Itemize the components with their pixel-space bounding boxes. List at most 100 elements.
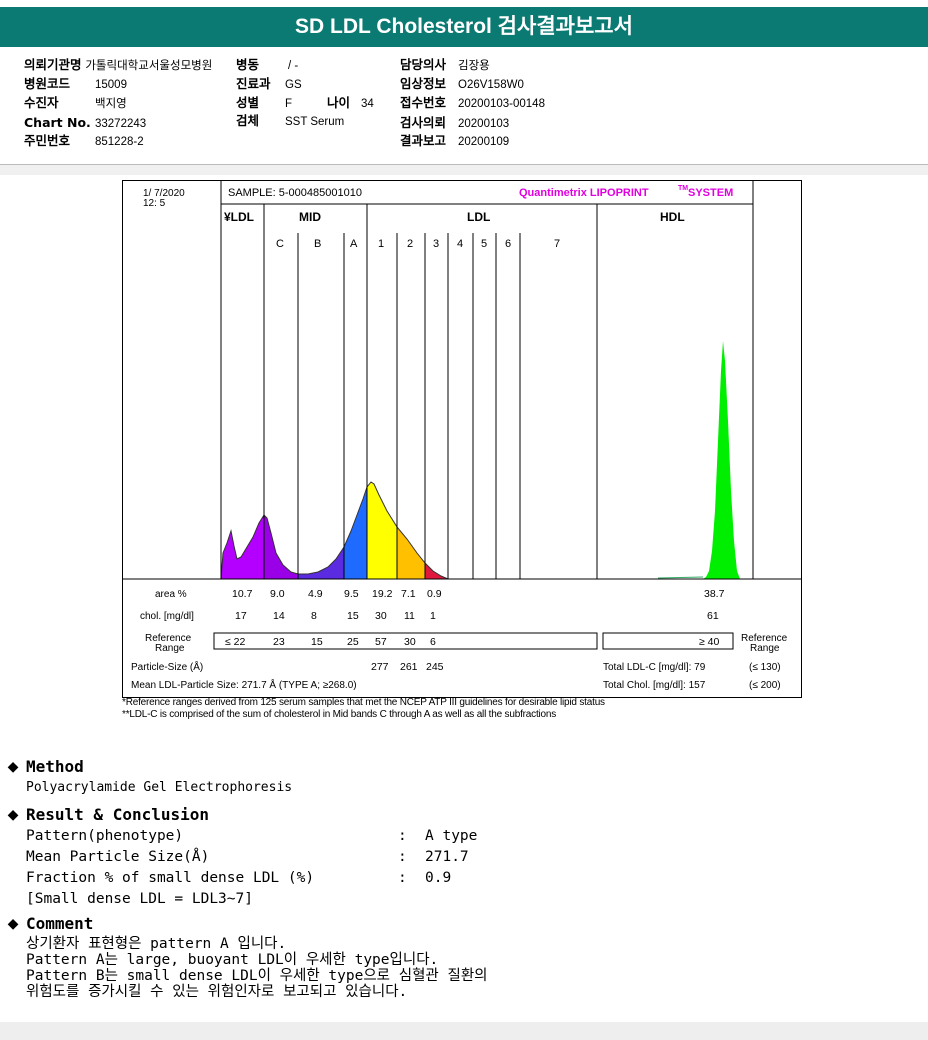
result-heading: ◆ Result & Conclusion <box>0 804 209 825</box>
comment-line: 상기환자 표현형은 pattern A 입니다. <box>26 936 287 952</box>
hdl-baseline <box>657 576 704 579</box>
info-key: 성별 <box>236 95 260 110</box>
info-value: 33272243 <box>95 118 147 130</box>
area-value-c: 9.0 <box>270 588 285 600</box>
info-row: 임상정보 <box>400 77 446 91</box>
row-label-ps: Particle-Size (Å) <box>131 660 203 673</box>
comment-line: 위험도를 증가시킬 수 있는 위험인자로 보고되고 있습니다. <box>26 984 408 1000</box>
info-row: 검체 <box>236 114 259 128</box>
info-value: 15009 <box>95 79 127 91</box>
chart-time: 12: 5 <box>143 198 166 209</box>
info-key: 임상정보 <box>400 76 447 91</box>
info-value: 20200103 <box>458 118 510 130</box>
brand-suffix: SYSTEM <box>688 187 733 199</box>
area-value-hdl: 38.7 <box>704 588 725 600</box>
info-row: 수진자 <box>24 96 59 110</box>
band-label-6: 6 <box>505 238 511 250</box>
diamond-bullet-icon: ◆ <box>7 804 19 825</box>
band-label-5: 5 <box>481 238 487 250</box>
info-value: O26V158W0 <box>458 79 524 91</box>
info-key: 결과보고 <box>400 133 447 148</box>
ref-value-c: 23 <box>273 636 285 648</box>
band-label-A: A <box>350 238 358 250</box>
info-row: 나이 <box>327 96 350 110</box>
info-key: 검체 <box>236 113 260 128</box>
comment-heading: ◆ Comment <box>0 913 94 934</box>
info-row: 결과보고 <box>400 134 446 148</box>
info-value: SST Serum <box>285 116 345 128</box>
chol-value-hdl: 61 <box>707 610 719 622</box>
info-value: / - <box>288 60 299 72</box>
result-label: Fraction % of small dense LDL (%) <box>26 870 315 886</box>
total-ldl-c: Total LDL-C [mg/dl]: 79 <box>603 662 706 673</box>
info-row: 주민번호 <box>24 134 70 148</box>
group-label-vldl: ¥LDL <box>224 210 254 224</box>
result-label: Mean Particle Size(Å) <box>26 849 210 865</box>
band-area-3 <box>425 563 448 579</box>
ref-value-hdl: ≥ 40 <box>699 636 720 648</box>
info-value: 백지영 <box>95 98 127 110</box>
result-sep: : <box>398 849 407 865</box>
band-area-2 <box>397 527 425 579</box>
info-value: 김장용 <box>458 60 490 72</box>
info-row: Chart No. <box>24 116 91 130</box>
particle-size-1: 277 <box>371 661 389 673</box>
brand-label: Quantimetrix LIPOPRINT <box>519 187 649 199</box>
info-row: 접수번호 <box>400 96 446 110</box>
group-label-hdl: HDL <box>660 210 685 224</box>
band-label-3: 3 <box>433 238 439 250</box>
section-divider <box>0 165 928 175</box>
total-ldl-c-ref: (≤ 130) <box>749 662 781 673</box>
info-row: 담당의사 <box>400 58 446 72</box>
ref-value-2: 30 <box>404 636 416 648</box>
method-heading: ◆ Method <box>0 756 84 777</box>
result-label: Pattern(phenotype) <box>26 828 184 844</box>
result-sep: : <box>398 870 407 886</box>
info-value: F <box>285 98 293 110</box>
band-label-7: 7 <box>554 238 560 250</box>
info-key: Chart No. <box>24 115 91 130</box>
report-title: SD LDL Cholesterol 검사결과보고서 <box>0 7 928 47</box>
info-key: 주민번호 <box>24 133 71 148</box>
info-row: 검사의뢰 <box>400 116 446 130</box>
info-value: 가톨릭대학교서울성모병원 <box>85 60 213 72</box>
info-key: 진료과 <box>236 76 271 91</box>
info-row: 성별 <box>236 96 259 110</box>
chol-value-vldl: 17 <box>235 610 247 622</box>
sample-id: SAMPLE: 5-000485001010 <box>228 187 362 199</box>
band-label-C: C <box>276 238 284 250</box>
patient-info: 의뢰기관명 가톨릭대학교서울성모병원 병원코드 15009 수진자 백지영 Ch… <box>0 50 928 165</box>
info-value: 20200109 <box>458 136 510 148</box>
area-value-2: 7.1 <box>401 588 416 600</box>
band-area-vldl <box>221 515 264 579</box>
result-sep: : <box>398 828 407 844</box>
footnote: *Reference ranges derived from 125 serum… <box>122 697 605 708</box>
band-label-1: 1 <box>378 238 384 250</box>
area-value-a: 9.5 <box>344 588 359 600</box>
diamond-bullet-icon: ◆ <box>7 756 19 777</box>
group-label-ldl: LDL <box>467 210 490 224</box>
info-value: 20200103-00148 <box>458 98 545 110</box>
method-text: Polyacrylamide Gel Electrophoresis <box>26 780 293 795</box>
info-row: 진료과 <box>236 77 271 91</box>
info-row: 병원코드 <box>24 77 70 91</box>
band-area-hdl <box>703 341 740 579</box>
chol-value-a: 15 <box>347 610 359 622</box>
chol-value-c: 14 <box>273 610 285 622</box>
row-label-ref-right: Range <box>750 643 780 654</box>
ref-value-a: 25 <box>347 636 359 648</box>
row-label-area: area % <box>155 589 187 600</box>
info-key: 병동 <box>236 57 260 72</box>
band-label-2: 2 <box>407 238 413 250</box>
footnote: **LDL-C is comprised of the sum of chole… <box>122 709 557 720</box>
group-label-mid: MID <box>299 210 321 224</box>
ref-value-1: 57 <box>375 636 387 648</box>
chol-value-b: 8 <box>311 610 317 622</box>
ref-value-3: 6 <box>430 636 436 648</box>
particle-size-3: 245 <box>426 661 444 673</box>
info-key: 병원코드 <box>24 76 71 91</box>
info-key: 접수번호 <box>400 95 447 110</box>
info-value: GS <box>285 79 302 91</box>
total-chol: Total Chol. [mg/dl]: 157 <box>603 680 706 691</box>
area-value-1: 19.2 <box>372 588 393 600</box>
